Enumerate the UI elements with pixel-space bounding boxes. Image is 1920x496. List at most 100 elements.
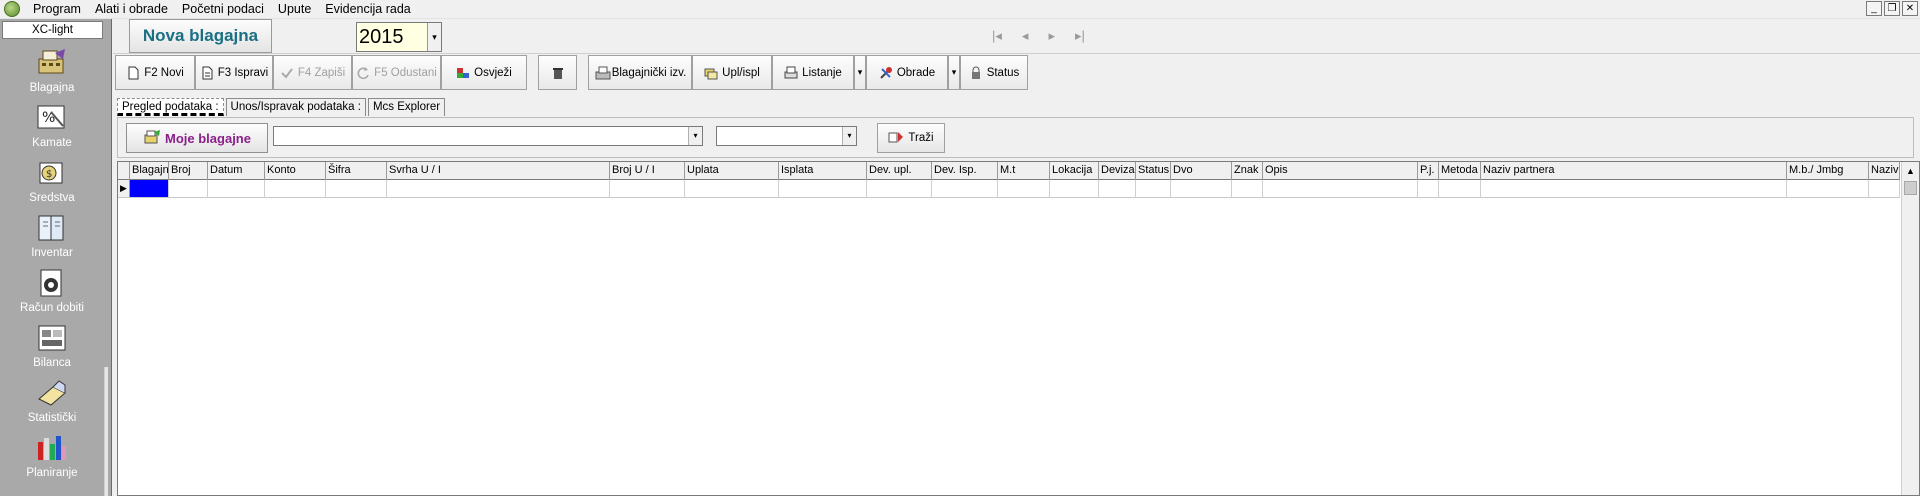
chevron-down-icon[interactable]: ▾ — [842, 127, 856, 145]
record-navigation: |◂ ◂ ▸ ▸| — [992, 28, 1085, 44]
column-header[interactable]: Datum — [208, 162, 265, 180]
scroll-up-icon[interactable]: ▲ — [1902, 162, 1919, 180]
column-header[interactable]: Isplata — [779, 162, 867, 180]
column-header[interactable]: Broj — [169, 162, 208, 180]
column-header[interactable]: Dvo — [1171, 162, 1232, 180]
table-cell[interactable] — [1171, 180, 1232, 197]
table-cell[interactable] — [1869, 180, 1900, 197]
table-cell[interactable] — [1439, 180, 1481, 197]
my-cashboxes-button[interactable]: Moje blagajne — [126, 123, 268, 153]
table-cell[interactable] — [932, 180, 998, 197]
table-cell[interactable] — [1418, 180, 1439, 197]
delete-button[interactable] — [538, 55, 577, 90]
sidebar-item-kamate[interactable]: % Kamate — [0, 102, 104, 150]
column-header[interactable]: Deviza — [1099, 162, 1136, 180]
column-header[interactable]: Znak — [1232, 162, 1263, 180]
column-header[interactable]: M.t — [998, 162, 1050, 180]
table-cell[interactable] — [867, 180, 932, 197]
close-button[interactable]: ✕ — [1902, 1, 1918, 16]
next-record-icon[interactable]: ▸ — [1048, 28, 1055, 44]
sidebar-item-racun-dobiti[interactable]: Račun dobiti — [0, 267, 104, 315]
prev-record-icon[interactable]: ◂ — [1022, 28, 1029, 44]
sidebar-item-sredstva[interactable]: $ Sredstva — [0, 157, 104, 205]
column-header[interactable]: M.b./ Jmbg — [1787, 162, 1869, 180]
column-header[interactable]: Naziv partnera — [1481, 162, 1787, 180]
menu-work-log[interactable]: Evidencija rada — [318, 0, 417, 19]
column-header[interactable]: Status — [1136, 162, 1171, 180]
table-cell[interactable] — [1263, 180, 1418, 197]
table-cell[interactable] — [685, 180, 779, 197]
scroll-thumb[interactable] — [1904, 181, 1917, 195]
column-header[interactable]: Lokacija — [1050, 162, 1099, 180]
listing-button[interactable]: Listanje — [772, 55, 854, 90]
tab-entry-edit[interactable]: Unos/Ispravak podataka : — [225, 98, 366, 116]
restore-button[interactable]: ❐ — [1884, 1, 1900, 16]
table-cell[interactable] — [326, 180, 387, 197]
table-row[interactable]: ▶ — [118, 180, 1900, 198]
new-button[interactable]: F2 Novi — [115, 55, 195, 90]
column-header[interactable]: Uplata — [685, 162, 779, 180]
table-cell[interactable] — [1050, 180, 1099, 197]
cash-register-icon — [35, 47, 69, 79]
payment-in-out-button[interactable]: Upl/ispl — [692, 55, 772, 90]
sidebar-item-planiranje[interactable]: Planiranje — [0, 432, 104, 480]
column-header[interactable]: Šifra — [326, 162, 387, 180]
column-header[interactable]: Blagajna — [130, 162, 169, 180]
processing-dropdown[interactable]: ▾ — [948, 55, 960, 90]
app-icon[interactable] — [4, 1, 20, 17]
table-cell[interactable] — [610, 180, 685, 197]
sidebar-item-inventar[interactable]: Inventar — [0, 212, 104, 260]
last-record-icon[interactable]: ▸| — [1075, 28, 1085, 44]
table-cell[interactable] — [1136, 180, 1171, 197]
table-cell[interactable] — [1099, 180, 1136, 197]
chevron-down-icon[interactable]: ▾ — [427, 23, 441, 51]
grid-vertical-scrollbar[interactable]: ▲ — [1901, 162, 1919, 495]
edit-button[interactable]: F3 Ispravi — [195, 55, 273, 90]
secondary-filter-select[interactable]: ▾ — [716, 126, 857, 146]
column-header[interactable]: Metoda — [1439, 162, 1481, 180]
table-cell[interactable] — [265, 180, 326, 197]
column-header[interactable]: Dev. Isp. — [932, 162, 998, 180]
chevron-down-icon[interactable]: ▾ — [688, 127, 702, 145]
menu-help[interactable]: Upute — [271, 0, 318, 19]
column-header[interactable]: Opis — [1263, 162, 1418, 180]
cash-report-button[interactable]: Blagajnički izv. — [588, 55, 692, 90]
tab-mcs-explorer[interactable]: Mcs Explorer — [367, 98, 446, 116]
search-button[interactable]: Traži — [877, 123, 945, 153]
table-cell-selected[interactable] — [130, 180, 169, 197]
column-header[interactable]: Konto — [265, 162, 326, 180]
listing-dropdown[interactable]: ▾ — [854, 55, 866, 90]
table-cell[interactable] — [1232, 180, 1263, 197]
year-select[interactable]: 2015 ▾ — [356, 22, 442, 52]
menu-initial-data[interactable]: Početni podaci — [175, 0, 271, 19]
column-header[interactable]: Svrha U / I — [387, 162, 610, 180]
table-cell[interactable] — [208, 180, 265, 197]
table-cell[interactable] — [1481, 180, 1787, 197]
menu-tools[interactable]: Alati i obrade — [88, 0, 175, 19]
status-button[interactable]: Status — [960, 55, 1028, 90]
save-button[interactable]: F4 Zapiši — [273, 55, 352, 90]
grid-header: Blagajna Broj Datum Konto Šifra Svrha U … — [118, 162, 1900, 180]
table-cell[interactable] — [387, 180, 610, 197]
sidebar-item-bilanca[interactable]: Bilanca — [0, 322, 104, 370]
minimize-button[interactable]: _ — [1866, 1, 1882, 16]
processing-button[interactable]: Obrade — [866, 55, 948, 90]
refresh-icon — [456, 66, 470, 80]
column-header[interactable]: Broj U / I — [610, 162, 685, 180]
table-cell[interactable] — [1787, 180, 1869, 197]
cancel-button[interactable]: F5 Odustani — [352, 55, 441, 90]
sidebar-item-blagajna[interactable]: Blagajna — [0, 47, 104, 95]
column-header[interactable]: Naziv — [1869, 162, 1900, 180]
column-header[interactable]: P.j. — [1418, 162, 1439, 180]
table-cell[interactable] — [779, 180, 867, 197]
sidebar-item-statisticki[interactable]: Statistički — [0, 377, 104, 425]
first-record-icon[interactable]: |◂ — [992, 28, 1002, 44]
menu-program[interactable]: Program — [26, 0, 88, 19]
cashbox-filter-select[interactable]: ▾ — [273, 126, 703, 146]
table-cell[interactable] — [169, 180, 208, 197]
sidebar-scrollbar[interactable] — [104, 367, 108, 496]
column-header[interactable]: Dev. upl. — [867, 162, 932, 180]
refresh-button[interactable]: Osvježi — [441, 55, 527, 90]
table-cell[interactable] — [998, 180, 1050, 197]
tab-overview[interactable]: Pregled podataka : — [117, 98, 224, 116]
